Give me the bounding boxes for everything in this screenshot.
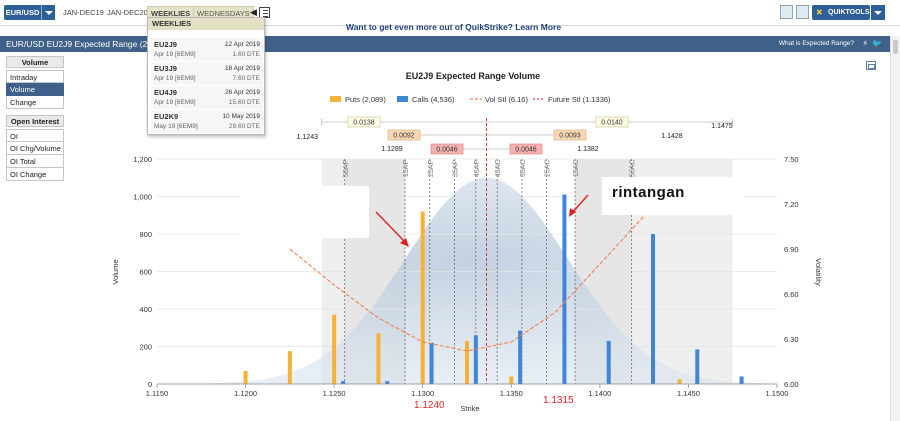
range-value: 1.1382 [577,146,599,153]
range-value: 1.1243 [297,134,319,141]
range-box-label: 0.0046 [436,147,458,154]
legend-swatch-calls [397,96,408,102]
strike-marker-label: 50AC [630,159,637,177]
x-axis-title: Strike [460,404,479,413]
call-bar [562,194,567,384]
y2-tick-label: 6.90 [784,245,799,254]
put-bar [243,370,248,384]
weeklies-dropdown: WEEKLIES EU2J9 12 Apr 2019 Apr 19 [6EM9]… [147,17,265,135]
call-bar [695,349,700,384]
strike-marker-label: 15AP [403,160,410,177]
item-name: EU3J9 [154,64,177,73]
item-date: 18 Apr 2019 [224,65,260,72]
y2-tick-label: 6.30 [784,335,799,344]
call-bar [385,381,390,384]
x-tick-label: 1.1500 [766,389,789,398]
call-bar [651,234,655,384]
support-annotation: 1.1240 [414,400,445,411]
call-bar [341,381,345,384]
call-bar [739,376,744,384]
put-bar [332,314,337,384]
call-bar [429,342,434,384]
item-dte: 15.60 DTE [228,99,260,106]
range-box-label: 0.0046 [515,147,537,154]
strike-marker-label: 35AC [520,159,527,177]
item-sub: Apr 19 [6EM9] [154,51,196,58]
legend-label-calls: Calls (4,536) [412,95,455,104]
range-value: 1.1428 [661,133,683,140]
y-tick-label: 1,000 [133,193,152,202]
x-tick-label: 1.1200 [234,389,257,398]
strike-marker-label: 25AC [545,159,552,177]
range-box-label: 0.0140 [601,120,623,127]
range-value: 1.1475 [711,123,733,130]
dropdown-item-eu2k9[interactable]: EU2K9 10 May 2019 May 19 [6EM9] 29.60 DT… [151,110,263,133]
x-tick-label: 1.1450 [677,389,700,398]
legend-label-vol: Vol Stl (6.16) [485,95,528,104]
range-box-label: 0.0138 [353,120,375,127]
redaction-box [240,186,369,238]
strike-marker-label: 45AC [495,159,502,177]
item-dte: 1.60 DTE [232,51,260,58]
y-tick-label: 0 [148,380,152,389]
put-bar [287,351,292,384]
item-name: EU2K9 [154,112,179,121]
put-bar [420,211,425,384]
item-name: EU4J9 [154,88,177,97]
x-tick-label: 1.1350 [500,389,523,398]
dropdown-item-eu4j9[interactable]: EU4J9 26 Apr 2019 Apr 19 [6EM9] 15.60 DT… [151,86,263,109]
y2-tick-label: 7.50 [784,155,799,164]
item-dte: 7.60 DTE [232,75,260,82]
item-sub: Apr 19 [6EM9] [154,75,196,82]
resistance-annotation: 1.1315 [543,395,574,406]
legend-label-future: Future Stl (1.1336) [548,95,611,104]
dropdown-item-eu3j9[interactable]: EU3J9 18 Apr 2019 Apr 19 [6EM9] 7.60 DTE [151,62,263,85]
range-value: 1.1289 [381,146,403,153]
x-tick-label: 1.1250 [323,389,346,398]
chart-title: EU2J9 Expected Range Volume [406,71,540,81]
call-bar [518,330,523,384]
expected-range-chart: 50AP 15AP 25AP 35AP 45AP 45AC 35AC 25AC 15AC 50AC… [111,71,823,413]
legend-label-puts: Puts (2,089) [345,95,386,104]
y2-tick-label: 6.60 [784,290,799,299]
range-box-label: 0.0092 [393,133,415,140]
x-tick-label: 1.1300 [411,389,434,398]
strike-marker-label: 15AC [573,159,580,177]
y-tick-label: 600 [139,268,152,277]
strike-marker-label: 35AP [453,160,460,177]
put-bar [465,340,469,384]
x-tick-label: 1.1400 [588,389,611,398]
item-sub: Apr 19 [6EM9] [154,99,196,106]
item-sub: May 19 [6EM9] [154,123,198,130]
item-name: EU2J9 [154,40,177,49]
strike-marker-label: 50AP [343,160,350,177]
x-tick-label: 1.1150 [146,389,168,398]
put-bar [509,376,514,384]
y-axis-title: Volume [111,259,120,284]
dropdown-header: WEEKLIES [148,18,264,30]
y2-axis-title: Volatility [814,258,823,286]
scrollbar-thumb[interactable] [893,40,898,54]
y2-tick-label: 7.20 [784,200,799,209]
page-scrollbar[interactable] [890,36,900,421]
y-tick-label: 800 [139,230,152,239]
call-bar [473,335,478,384]
strike-marker-label: 45AP [474,160,481,177]
strike-marker-label: 25AP [428,160,435,177]
call-bar [606,340,611,384]
item-dte: 29.60 DTE [228,123,260,130]
item-date: 12 Apr 2019 [224,41,260,48]
range-box-label: 0.0093 [559,133,581,140]
y2-tick-label: 6.00 [784,380,799,389]
annotation-label: rintangan [612,184,685,201]
item-date: 10 May 2019 [222,113,260,120]
put-bar [677,379,682,384]
dropdown-item-eu2j9[interactable]: EU2J9 12 Apr 2019 Apr 19 [6EM9] 1.60 DTE [151,38,263,61]
legend-swatch-puts [330,96,341,102]
put-bar [376,333,381,384]
item-date: 26 Apr 2019 [224,89,260,96]
y-tick-label: 1,200 [133,155,152,164]
y-tick-label: 200 [139,343,152,352]
y-tick-label: 400 [139,305,152,314]
